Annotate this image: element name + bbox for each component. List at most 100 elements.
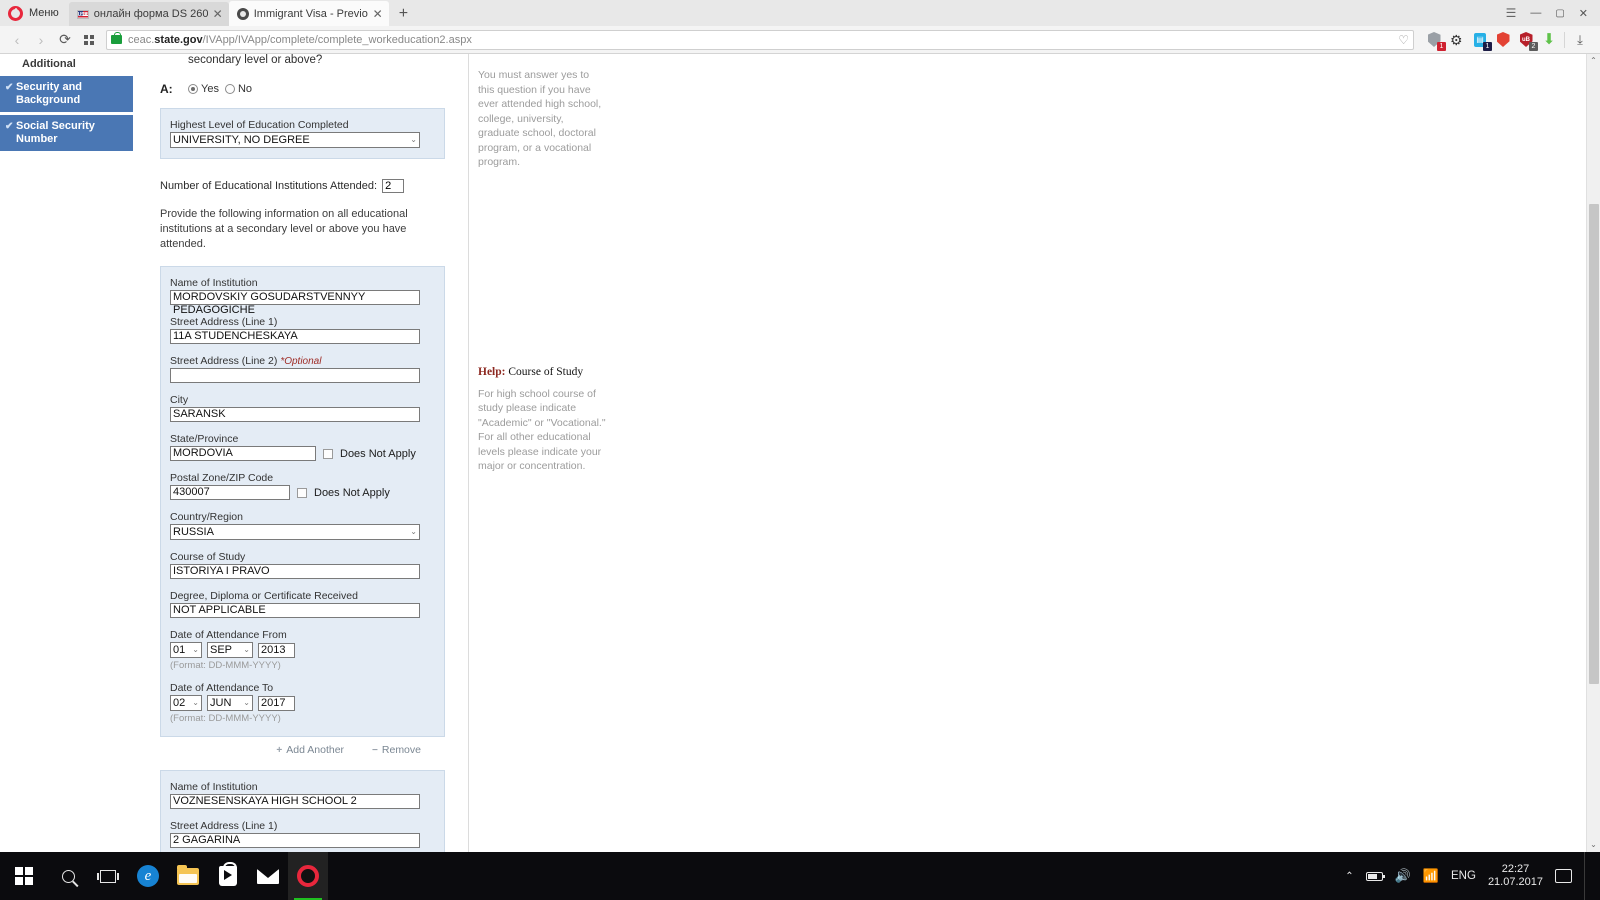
radio-no-input[interactable]	[224, 84, 235, 94]
date-to-day-value: 02	[173, 697, 186, 709]
institution-name-input[interactable]: MORDOVSKIY GOSUDARSTVENNYY PEDAGOGICHE	[170, 290, 420, 316]
degree-field: Degree, Diploma or Certificate Received …	[170, 590, 435, 618]
postal-does-not-apply-checkbox[interactable]	[297, 487, 307, 498]
battery-icon[interactable]	[1365, 871, 1386, 881]
help-title-prefix: Help:	[478, 365, 506, 378]
speed-dial-icon[interactable]	[78, 29, 100, 51]
radio-no[interactable]: No	[224, 83, 252, 95]
institution-block-1: Name of Institution MORDOVSKIY GOSUDARST…	[160, 266, 445, 737]
state-seal-icon	[236, 7, 249, 20]
state-does-not-apply-checkbox[interactable]	[323, 448, 333, 459]
close-window-button[interactable]: ✕	[1579, 7, 1588, 20]
mail-button[interactable]	[248, 852, 288, 900]
scroll-up-arrow[interactable]: ⌃	[1587, 54, 1600, 68]
opera-menu-button[interactable]: Меню	[0, 0, 69, 26]
tray-overflow-icon[interactable]: ⌃	[1345, 871, 1353, 882]
date-to-year-input[interactable]: 2017	[258, 695, 295, 711]
blue-extension-icon[interactable]: ▤ 1	[1472, 32, 1492, 51]
institutions-count-input[interactable]: 2	[382, 179, 405, 193]
close-icon[interactable]: ✕	[373, 8, 383, 20]
scroll-down-arrow[interactable]: ⌄	[1587, 838, 1600, 852]
remove-link[interactable]: − Remove	[372, 744, 421, 756]
reload-button[interactable]: ⟳	[54, 29, 76, 51]
country-select[interactable]: RUSSIA ⌄	[170, 524, 420, 540]
downloads-icon[interactable]: ⤓	[1572, 32, 1588, 48]
language-indicator[interactable]: ENG	[1451, 870, 1476, 882]
street1-input[interactable]: 2 GAGARINA	[170, 833, 420, 848]
course-field: Course of Study ISTORIYA I PRAVO	[170, 551, 435, 579]
url-path: /IVApp/IVApp/complete/complete_workeduca…	[202, 33, 472, 46]
tab-strip: Меню USA онлайн форма DS 260 во ✕ Immigr…	[0, 0, 1600, 26]
ublock-icon[interactable]: uB 2	[1518, 32, 1538, 51]
store-button[interactable]	[208, 852, 248, 900]
date-from-month-select[interactable]: SEP ⌄	[207, 642, 253, 658]
institutions-count-row: Number of Educational Institutions Atten…	[160, 179, 445, 193]
answer-label: A:	[160, 82, 173, 96]
close-icon[interactable]: ✕	[213, 8, 223, 20]
postal-input[interactable]: 430007	[170, 485, 290, 500]
address-bar[interactable]: ceac.state.gov/IVApp/IVApp/complete/comp…	[106, 29, 1414, 50]
back-button[interactable]: ‹	[6, 29, 28, 51]
lock-icon	[111, 31, 122, 44]
bookmark-heart-icon[interactable]: ♡	[1398, 33, 1409, 47]
forward-button[interactable]: ›	[30, 29, 52, 51]
extensions-tray: 1 ⚙ ▤ 1 uB 2 ⬇ ⤓	[1420, 31, 1594, 51]
postal-label: Postal Zone/ZIP Code	[170, 472, 274, 484]
education-level-select[interactable]: UNIVERSITY, NO DEGREE ⌄	[170, 132, 420, 148]
edge-button[interactable]: e	[128, 852, 168, 900]
degree-input[interactable]: NOT APPLICABLE	[170, 603, 420, 618]
minimize-button[interactable]: —	[1530, 7, 1541, 19]
street2-field: Street Address (Line 2) *Optional	[170, 355, 435, 383]
clock-time: 22:27	[1501, 863, 1530, 875]
page-scrollbar[interactable]: ⌃ ⌄	[1586, 54, 1600, 852]
scrollbar-thumb[interactable]	[1589, 204, 1599, 684]
search-button[interactable]	[48, 852, 88, 900]
date-from-day-select[interactable]: 01 ⌄	[170, 642, 202, 658]
date-to-day-select[interactable]: 02 ⌄	[170, 695, 202, 711]
download-helper-icon[interactable]: ⬇	[1541, 32, 1557, 48]
red-shield-icon[interactable]	[1495, 32, 1511, 48]
system-tray: ⌃ 🔊 📶 ENG 22:27 21.07.2017	[1345, 852, 1600, 900]
new-tab-button[interactable]: +	[389, 2, 418, 26]
course-input[interactable]: ISTORIYA I PRAVO	[170, 564, 420, 579]
postal-does-not-apply-label: Does Not Apply	[314, 486, 390, 499]
tab-ds260-form[interactable]: USA онлайн форма DS 260 во ✕	[68, 2, 229, 26]
file-explorer-button[interactable]	[168, 852, 208, 900]
date-from-field: Date of Attendance From 01 ⌄ SEP ⌄ 2013	[170, 629, 435, 671]
date-to-month-select[interactable]: JUN ⌄	[207, 695, 253, 711]
maximize-button[interactable]: ▢	[1555, 8, 1564, 19]
street1-input[interactable]: 11A STUDENCHESKAYA	[170, 329, 420, 344]
wifi-icon[interactable]: 📶	[1423, 868, 1439, 884]
city-field: City SARANSK	[170, 394, 435, 422]
help-block-course-of-study: Help: Course of Study For high school co…	[478, 366, 606, 474]
check-icon: ✔	[5, 121, 14, 132]
chevron-down-icon: ⌄	[192, 698, 199, 707]
sidebar-heading: Additional	[22, 58, 76, 70]
start-button[interactable]	[0, 852, 48, 900]
volume-icon[interactable]: 🔊	[1395, 868, 1411, 884]
opera-button[interactable]	[288, 852, 328, 900]
check-icon: ✔	[5, 82, 14, 93]
task-view-button[interactable]	[88, 852, 128, 900]
sidebar-item-social-security-number[interactable]: ✔ Social Security Number	[0, 115, 133, 151]
action-center-icon[interactable]	[1555, 869, 1572, 883]
adblock-shield-icon[interactable]: 1	[1426, 32, 1446, 51]
radio-yes[interactable]: Yes	[188, 83, 219, 95]
sidebar-item-security-and-background[interactable]: ✔ Security and Background	[0, 76, 133, 112]
institution-name-input[interactable]: VOZNESENSKAYA HIGH SCHOOL 2	[170, 794, 420, 809]
clock[interactable]: 22:27 21.07.2017	[1488, 863, 1543, 889]
tab-immigrant-visa[interactable]: Immigrant Visa - Previous ✕	[228, 1, 389, 26]
add-another-link[interactable]: + Add Another	[276, 744, 344, 756]
city-input[interactable]: SARANSK	[170, 407, 420, 422]
toolbar-divider	[1564, 31, 1565, 48]
street2-input[interactable]	[170, 368, 420, 383]
state-input[interactable]: MORDOVIA	[170, 446, 316, 461]
show-desktop-button[interactable]	[1584, 852, 1590, 900]
extension-badge: 1	[1483, 41, 1492, 51]
sidebar-nav: Additional ✔ Security and Background ✔ S…	[0, 54, 133, 154]
date-from-year-input[interactable]: 2013	[258, 642, 295, 658]
radio-yes-input[interactable]	[188, 84, 198, 94]
gear-icon[interactable]: ⚙	[1449, 32, 1465, 48]
tab-menu-icon[interactable]: ☰	[1506, 6, 1517, 20]
state-field: State/Province MORDOVIA Does Not Apply	[170, 433, 435, 461]
